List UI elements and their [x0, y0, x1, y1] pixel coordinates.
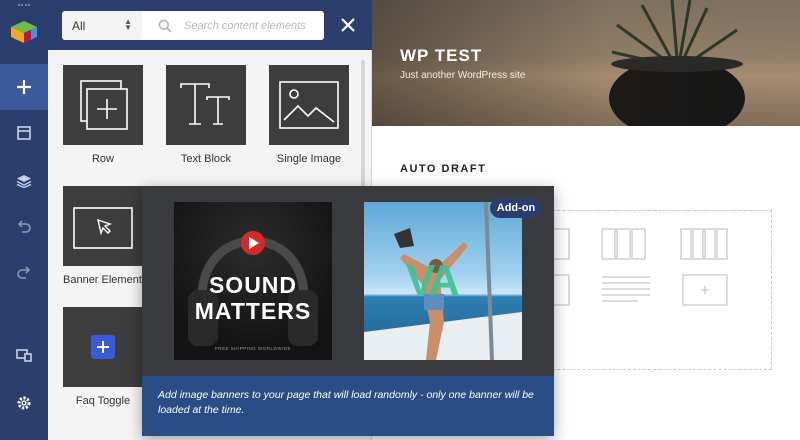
element-single-image[interactable]: Single Image: [263, 65, 355, 165]
search-input[interactable]: [184, 19, 314, 32]
app-logo[interactable]: [0, 0, 48, 64]
element-preview-popup: SOUND MATTERS FREE SHIPPING WORLDWIDE VA…: [142, 186, 554, 436]
site-tagline: Just another WordPress site: [400, 70, 526, 81]
addon-badge: Add-on: [490, 198, 542, 218]
redo-button[interactable]: [0, 250, 48, 296]
faq-toggle-icon: [91, 335, 115, 359]
undo-icon: [17, 220, 31, 233]
banner-element-icon: [73, 207, 133, 249]
category-filter-select[interactable]: All ▲ ▼: [62, 11, 142, 40]
element-row[interactable]: Row: [57, 65, 149, 165]
banner1-small-text: FREE SHIPPING WORLDWIDE: [214, 346, 291, 351]
undo-button[interactable]: [0, 204, 48, 250]
add-element-button[interactable]: [0, 64, 48, 110]
redo-icon: [17, 266, 31, 279]
settings-button[interactable]: [0, 380, 48, 426]
search-icon: [158, 19, 172, 33]
logo-icon: [11, 21, 37, 43]
single-image-tile[interactable]: [269, 65, 349, 145]
site-title: WP TEST: [400, 46, 483, 65]
element-label: Text Block: [180, 153, 232, 165]
responsive-preview-button[interactable]: [0, 332, 48, 378]
devices-icon: [16, 349, 32, 362]
left-toolbar: [0, 0, 48, 440]
search-box[interactable]: [142, 11, 324, 40]
element-label: Faq Toggle: [75, 395, 131, 407]
page-title: AUTO DRAFT: [400, 163, 487, 175]
plus-icon: [17, 80, 31, 94]
layout-options-icon: [552, 228, 728, 306]
gear-icon: [17, 396, 31, 410]
element-banner[interactable]: Banner Element: [57, 186, 149, 286]
banner-preview-image-1: SOUND MATTERS FREE SHIPPING WORLDWIDE: [174, 202, 332, 360]
element-text-block[interactable]: Text Block: [160, 65, 252, 165]
banner-preview-image-2: VA: [364, 202, 522, 360]
banner1-title-line2: MATTERS: [194, 298, 312, 324]
banner2-logo: VA: [406, 256, 460, 305]
text-block-tile[interactable]: [166, 65, 246, 145]
text-block-icon: [180, 83, 230, 125]
panel-header: All ▲ ▼: [48, 0, 372, 50]
popup-description: Add image banners to your page that will…: [142, 376, 554, 436]
single-image-icon: [279, 81, 339, 129]
templates-button[interactable]: [0, 110, 48, 156]
faq-toggle-tile[interactable]: [63, 307, 143, 387]
drag-grip-icon[interactable]: [18, 4, 30, 6]
select-arrows-icon: ▲ ▼: [124, 17, 132, 32]
templates-icon: [17, 126, 31, 140]
row-tile[interactable]: [63, 65, 143, 145]
banner1-title-line1: SOUND: [208, 272, 298, 298]
element-label: Banner Element: [63, 274, 142, 286]
close-icon[interactable]: [338, 15, 358, 35]
element-label: Single Image: [276, 153, 342, 165]
element-label: Row: [91, 153, 114, 165]
layers-icon: [16, 175, 32, 188]
layers-button[interactable]: [0, 158, 48, 204]
category-filter-value: All: [72, 18, 86, 33]
banner-element-tile[interactable]: [63, 186, 143, 266]
site-header-image: WP TEST Just another WordPress site: [372, 0, 800, 126]
empty-layout-placeholder[interactable]: [522, 210, 772, 370]
element-faq-toggle[interactable]: Faq Toggle: [57, 307, 149, 407]
row-icon: [80, 80, 128, 130]
